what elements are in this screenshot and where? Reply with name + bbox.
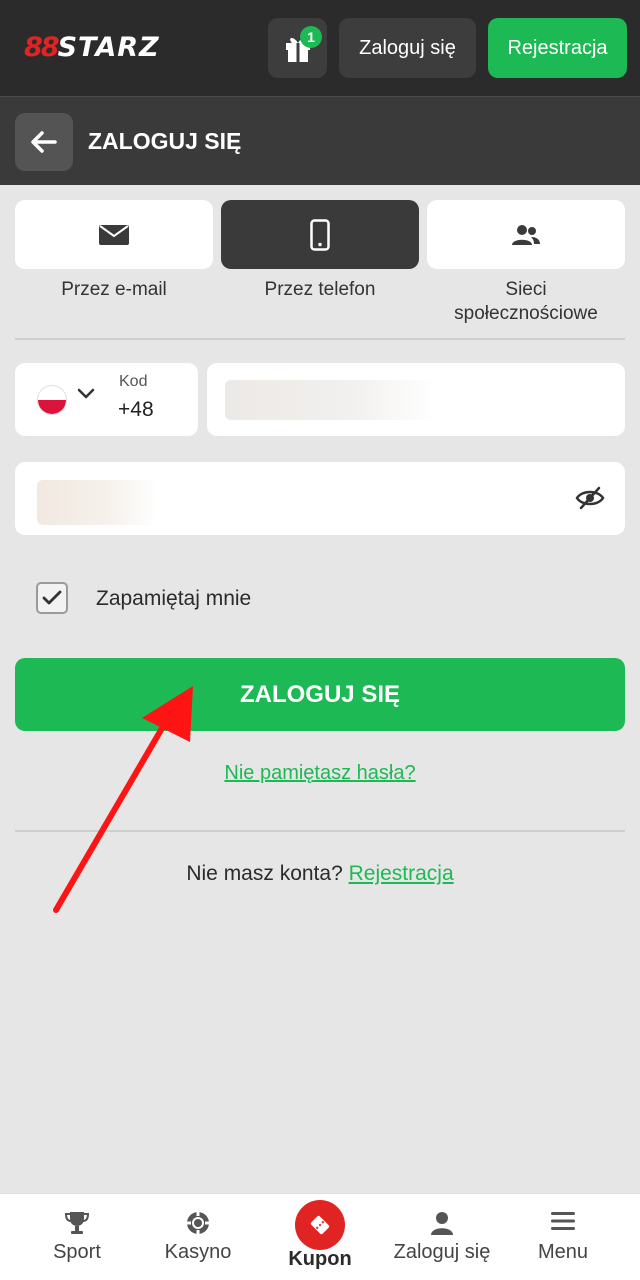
phone-icon (310, 218, 330, 251)
country-code-value: +48 (118, 398, 154, 421)
nav-login[interactable]: Zaloguj się (378, 1194, 506, 1280)
divider (15, 830, 625, 832)
nav-casino[interactable]: Kasyno (134, 1194, 262, 1280)
divider (15, 338, 625, 340)
nav-sport[interactable]: Sport (13, 1194, 141, 1280)
page-header: ZALOGUJ SIĘ (0, 96, 640, 185)
register-link[interactable]: Rejestracja (349, 862, 454, 885)
remember-label[interactable]: Zapamiętaj mnie (96, 587, 251, 611)
password-value-redacted (37, 480, 157, 525)
checkmark-icon (42, 590, 62, 605)
user-icon (431, 1212, 453, 1235)
country-code-label: Kod (119, 373, 148, 390)
nav-kupon-label: Kupon (288, 1248, 352, 1270)
trophy-icon (64, 1212, 90, 1234)
forgot-password-link[interactable]: Nie pamiętasz hasła? (0, 762, 640, 785)
nav-casino-label: Kasyno (164, 1241, 232, 1263)
poland-flag-icon (37, 385, 67, 415)
logo-mark: 88 (24, 31, 60, 63)
nav-menu[interactable]: Menu (499, 1194, 627, 1280)
gift-count-badge: 1 (300, 26, 322, 48)
tab-phone[interactable] (221, 200, 419, 269)
logo-text: STARZ (57, 31, 160, 63)
tab-social-label: Sieci społecznościowe (454, 279, 598, 324)
eye-slash-icon[interactable] (575, 486, 605, 510)
ticket-icon (295, 1200, 345, 1250)
annotation-arrow-icon (53, 686, 193, 913)
forgot-password-text[interactable]: Nie pamiętasz hasła? (224, 762, 415, 784)
users-icon (512, 224, 540, 245)
country-code-select[interactable]: Kod +48 (15, 363, 198, 436)
login-submit-button[interactable]: ZALOGUJ SIĘ (15, 658, 625, 731)
no-account-row: Nie masz konta? Rejestracja (0, 862, 640, 886)
phone-number-input[interactable] (207, 363, 625, 436)
hamburger-icon (551, 1212, 575, 1230)
bottom-navigation: Sport Kasyno Kupon Zaloguj się Menu (0, 1193, 640, 1280)
top-header: 88 STARZ 1 Zaloguj się Rejestracja (0, 0, 640, 96)
password-input[interactable] (15, 462, 625, 535)
header-login-button[interactable]: Zaloguj się (339, 18, 476, 78)
nav-sport-label: Sport (53, 1241, 101, 1263)
envelope-icon (99, 224, 129, 245)
back-button[interactable] (15, 113, 73, 171)
page-title: ZALOGUJ SIĘ (88, 128, 242, 154)
no-account-text: Nie masz konta? (186, 862, 343, 885)
remember-checkbox[interactable] (36, 582, 68, 614)
casino-chip-icon (187, 1212, 209, 1234)
nav-login-label: Zaloguj się (393, 1241, 491, 1263)
header-register-button[interactable]: Rejestracja (488, 18, 627, 78)
tab-phone-label: Przez telefon (264, 279, 376, 300)
arrow-left-icon (31, 131, 57, 153)
nav-kupon[interactable]: Kupon (256, 1194, 384, 1280)
gift-button[interactable]: 1 (268, 18, 327, 78)
phone-number-value-redacted (225, 380, 435, 420)
tab-email-label: Przez e-mail (61, 279, 167, 300)
chevron-down-icon (77, 388, 95, 399)
nav-menu-label: Menu (537, 1241, 589, 1263)
logo[interactable]: 88 STARZ (24, 30, 160, 64)
tab-email[interactable] (15, 200, 213, 269)
tab-social[interactable] (427, 200, 625, 269)
